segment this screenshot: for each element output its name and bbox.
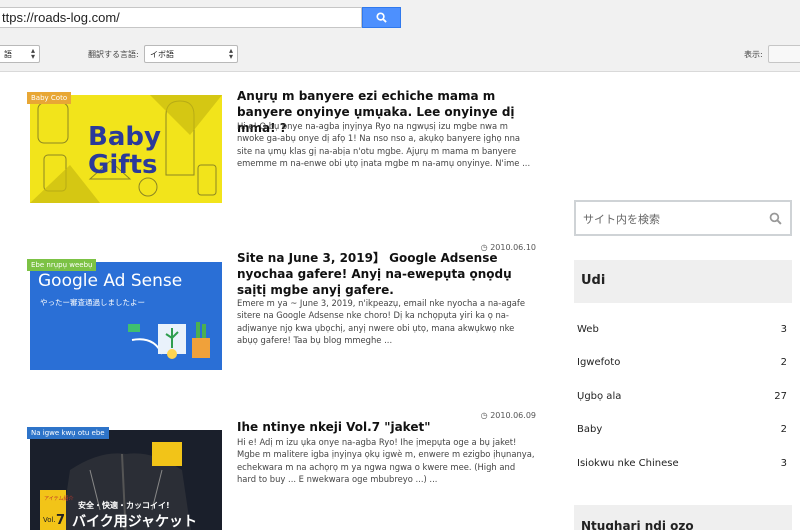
- display-label: 表示:: [744, 50, 763, 59]
- category-count: 2: [780, 424, 787, 435]
- post-thumbnail[interactable]: アイテム紹介 Vol. 7 安全・快適・カッコイイ! バイク用ジャケット: [30, 430, 222, 530]
- next-widget-title: Ntụghari ndị ozo: [574, 505, 792, 530]
- post-title[interactable]: Ihe ntinye nkeji Vol.7 "jaket": [237, 419, 537, 435]
- select-arrows-icon: ▴ ▾: [228, 46, 233, 61]
- category-name: Igwefoto: [577, 357, 621, 368]
- category-item-igwefoto[interactable]: Igwefoto 2: [577, 357, 787, 373]
- search-icon[interactable]: [769, 212, 782, 225]
- post-category-badge[interactable]: Baby Coto: [27, 92, 72, 104]
- category-count: 2: [780, 357, 787, 368]
- baby-gifts-image: Baby Gifts: [30, 95, 222, 203]
- categories-widget-title: Udi: [574, 260, 792, 303]
- post-excerpt: Emere m ya ~ June 3, 2019, n'ikpeazụ, em…: [237, 298, 526, 346]
- url-input[interactable]: ttps://roads-log.com/: [0, 7, 362, 28]
- category-name: Isiokwu nke Chinese: [577, 458, 679, 469]
- thumb-vol-number: 7: [56, 513, 65, 528]
- thumb-title-line2: Gifts: [88, 150, 157, 180]
- category-name: Web: [577, 324, 599, 335]
- thumb-title-line2: やったー審査通過しましたよー: [40, 297, 145, 307]
- post-card[interactable]: ◷ 2010.06.10 Google Ad Sense やったー審査通過しまし…: [27, 243, 536, 372]
- google-adsense-image: Google Ad Sense やったー審査通過しましたよー: [30, 262, 222, 370]
- post-excerpt: Hi e! Adị m izu ụka onye na-agba Ryo! Ih…: [237, 437, 535, 485]
- display-mode-button[interactable]: [768, 45, 800, 63]
- translate-toolbar: ttps://roads-log.com/: [0, 0, 800, 36]
- category-item-ugbo-ala[interactable]: Ụgbọ ala 27: [577, 391, 787, 407]
- category-count: 3: [780, 458, 787, 469]
- category-item-chinese[interactable]: Isiokwu nke Chinese 3: [577, 458, 787, 474]
- thumb-title-line1: Google Ad Sense: [38, 271, 182, 291]
- site-search-input[interactable]: サイト内を検索: [574, 200, 792, 236]
- post-thumbnail[interactable]: Baby Gifts: [30, 95, 222, 203]
- category-count: 27: [774, 391, 787, 402]
- post-thumbnail[interactable]: Google Ad Sense やったー審査通過しましたよー: [30, 262, 222, 370]
- translate-options-bar: 語 ▴ ▾ 翻訳する言語: イボ語 ▴ ▾ 表示:: [0, 36, 800, 72]
- jacket-image: アイテム紹介 Vol. 7 安全・快適・カッコイイ! バイク用ジャケット: [30, 430, 222, 530]
- category-item-web[interactable]: Web 3: [577, 324, 787, 340]
- select-arrows-icon: ▴ ▾: [30, 46, 35, 61]
- target-language-value: イボ語: [150, 50, 174, 59]
- target-language-label: 翻訳する言語:: [88, 50, 139, 59]
- post-category-badge[interactable]: Ebe nrụpụ weebụ: [27, 259, 97, 271]
- thumb-vol-text: Vol.: [43, 516, 56, 524]
- post-card[interactable]: Baby Gifts Baby Coto Anụrụ m banyere ezi…: [27, 89, 532, 205]
- target-language-select[interactable]: イボ語 ▴ ▾: [144, 45, 238, 63]
- category-name: Baby: [577, 424, 603, 435]
- post-category-badge[interactable]: Na igwe kwụ otu ebe: [27, 427, 109, 439]
- thumb-badge-text: アイテム紹介: [44, 495, 74, 502]
- search-placeholder: サイト内を検索: [583, 213, 660, 226]
- search-icon: [376, 12, 387, 23]
- category-name: Ụgbọ ala: [577, 391, 622, 402]
- post-card[interactable]: ◷ 2010.06.09 アイテム紹介 Vol. 7 安全・快適・カッコイイ! …: [27, 411, 536, 530]
- post-title[interactable]: Site na June 3, 2019】 Google Adsense nyo…: [237, 250, 537, 298]
- category-item-baby[interactable]: Baby 2: [577, 424, 787, 440]
- thumb-title-line1: Baby: [88, 122, 161, 152]
- source-language-value: 語: [4, 50, 12, 59]
- category-count: 3: [780, 324, 787, 335]
- thumb-subtitle: 安全・快適・カッコイイ!: [78, 500, 170, 510]
- source-language-select[interactable]: 語 ▴ ▾: [0, 45, 40, 63]
- translate-go-button[interactable]: [362, 7, 401, 28]
- post-excerpt: Hi e! Ọ bụ onye na-agba ịnyịnya Ryo na n…: [237, 121, 531, 169]
- thumb-title: バイク用ジャケット: [72, 514, 197, 530]
